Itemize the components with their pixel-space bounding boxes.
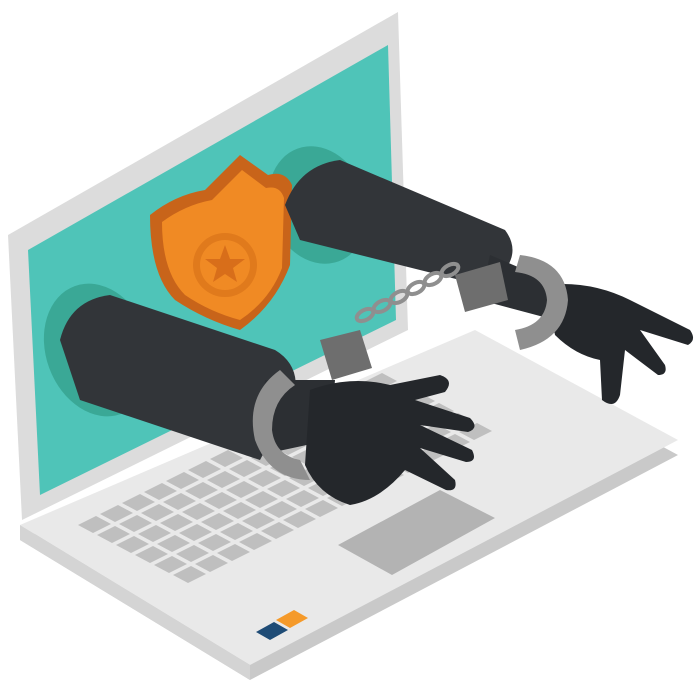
illustration-canvas [8,12,694,680]
